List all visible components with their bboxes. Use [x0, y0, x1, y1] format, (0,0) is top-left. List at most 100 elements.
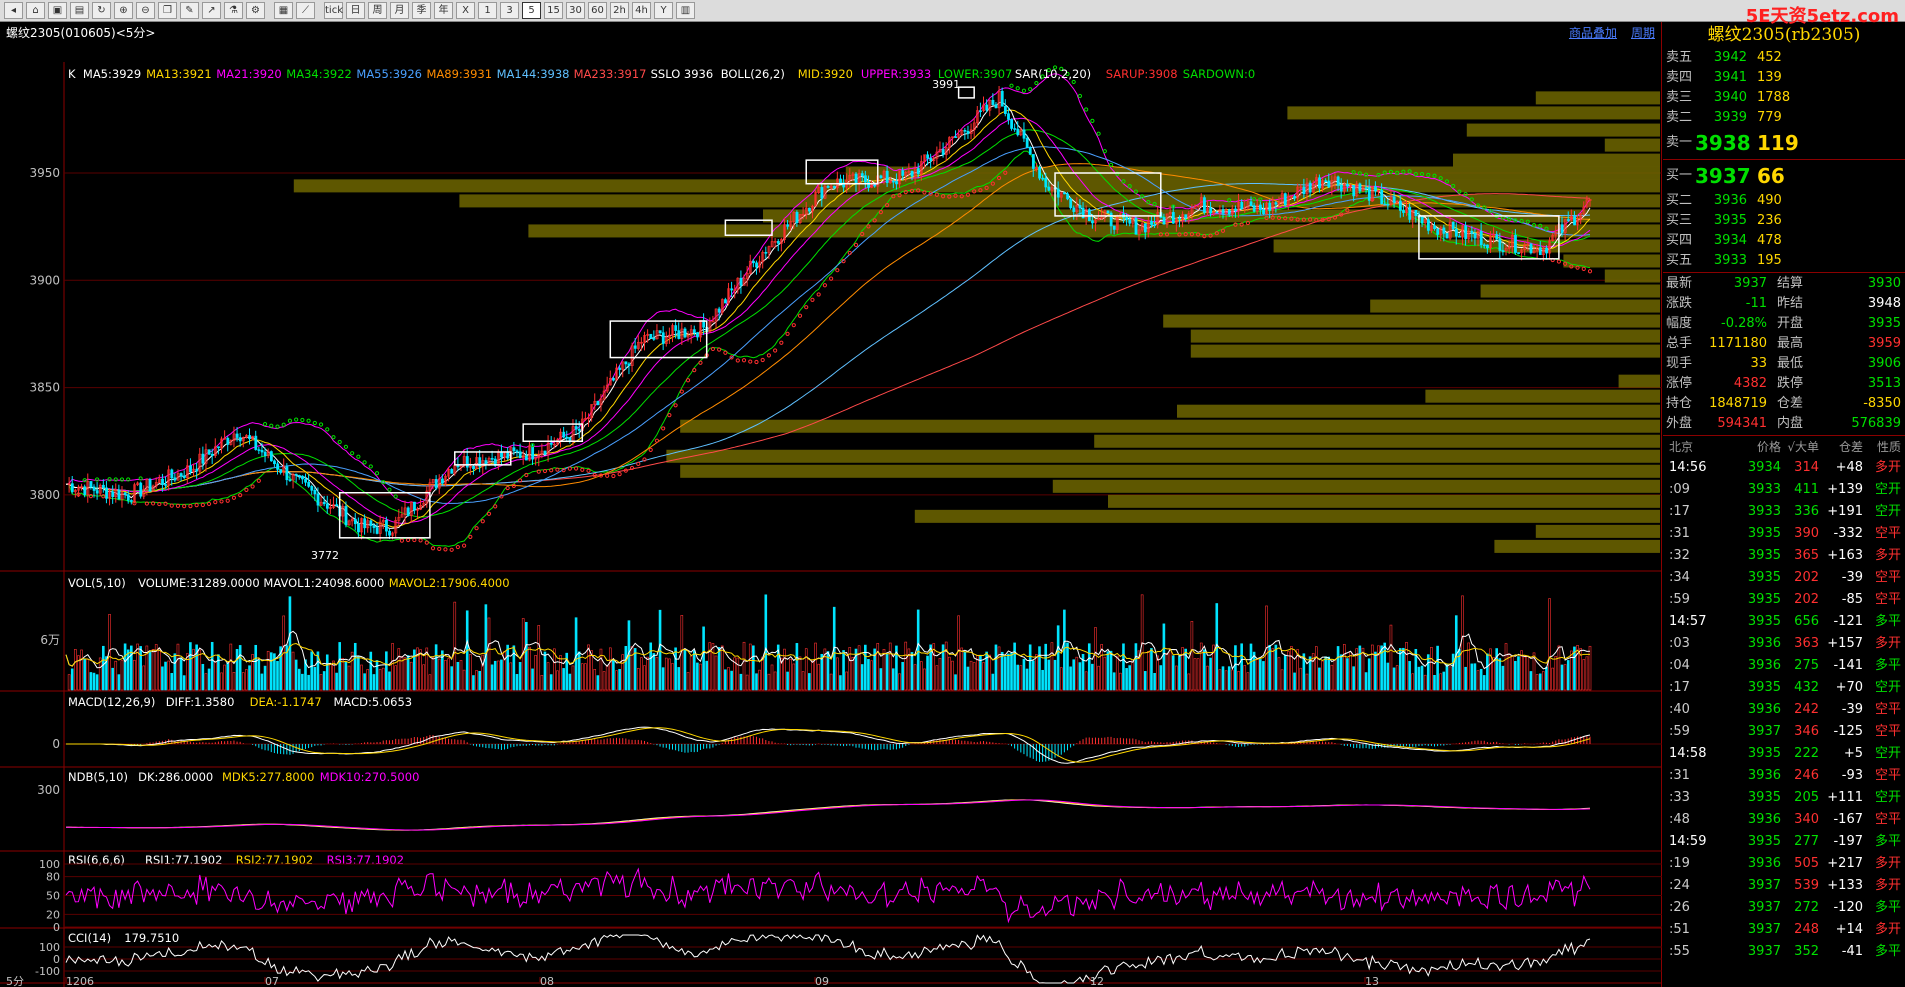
tick-row[interactable]: :51 3937 248 +14 多开: [1663, 919, 1905, 941]
tick-row[interactable]: :04 3936 275 -141 多平: [1663, 655, 1905, 677]
stat-value: 594341: [1717, 416, 1767, 431]
candle-body: [1566, 219, 1570, 221]
draw-icon[interactable]: ↗: [202, 2, 221, 19]
volume-bar: [910, 652, 914, 691]
candle-body: [916, 168, 920, 175]
volume-bar: [705, 660, 709, 691]
rsi-legend-item: RSI2:77.1902: [236, 853, 313, 867]
x-icon[interactable]: X: [456, 2, 475, 19]
ask-level-row[interactable]: 卖三 3940 1788: [1663, 88, 1905, 108]
calendar-icon[interactable]: ▥: [676, 2, 695, 19]
tick-row[interactable]: 14:58 3935 222 +5 空开: [1663, 743, 1905, 765]
ask-level-row[interactable]: 卖五 3942 452: [1663, 48, 1905, 68]
ask-level-price: 3940: [1713, 90, 1747, 105]
year-icon[interactable]: 年: [434, 2, 453, 19]
tick-row[interactable]: :17 3935 432 +70 空开: [1663, 677, 1905, 699]
candle-body: [562, 431, 566, 438]
ask-level-row[interactable]: 卖二 3939 779: [1663, 108, 1905, 128]
volume-bar: [182, 675, 186, 691]
y-icon[interactable]: Y: [654, 2, 673, 19]
volume-bar: [1392, 667, 1396, 691]
window-icon[interactable]: ❐: [158, 2, 177, 19]
5-icon[interactable]: 5: [522, 2, 541, 19]
volume-bar: [1389, 624, 1393, 691]
2h-icon[interactable]: 2h: [610, 2, 629, 19]
ask1-row[interactable]: 卖一 3938 119: [1663, 128, 1905, 158]
bid-level-row[interactable]: 买二 3936 490: [1663, 191, 1905, 211]
tick-row[interactable]: :34 3935 202 -39 空平: [1663, 567, 1905, 589]
tick-row[interactable]: 14:56 3934 314 +48 多开: [1663, 457, 1905, 479]
book-icon[interactable]: ▤: [70, 2, 89, 19]
tick-row[interactable]: :09 3933 411 +139 空开: [1663, 479, 1905, 501]
tick-row[interactable]: :32 3935 365 +163 多开: [1663, 545, 1905, 567]
tick-price: 3935: [1747, 834, 1781, 849]
tick-volume: 656: [1794, 614, 1819, 629]
stat-row: 总手 1171180 最高 3959: [1663, 334, 1905, 354]
diff-line: [66, 726, 1591, 764]
tick-row[interactable]: :26 3937 272 -120 多平: [1663, 897, 1905, 919]
tick-row[interactable]: :59 3937 346 -125 空平: [1663, 721, 1905, 743]
refresh-icon[interactable]: ↻: [92, 2, 111, 19]
15-icon[interactable]: 15: [544, 2, 563, 19]
rsi-tick-label: 80: [46, 871, 60, 884]
sar-dot: [555, 467, 560, 472]
3-icon[interactable]: 3: [500, 2, 519, 19]
tick-row[interactable]: :48 3936 340 -167 空平: [1663, 809, 1905, 831]
1-icon[interactable]: 1: [478, 2, 497, 19]
bid-level-row[interactable]: 买五 3933 195: [1663, 251, 1905, 271]
tick-row[interactable]: 14:59 3935 277 -197 多平: [1663, 831, 1905, 853]
tick-time: :32: [1669, 548, 1690, 563]
tick-row[interactable]: :24 3937 539 +133 多开: [1663, 875, 1905, 897]
bid-level-row[interactable]: 买四 3934 478: [1663, 231, 1905, 251]
tick-row[interactable]: :19 3936 505 +217 多开: [1663, 853, 1905, 875]
tick-row[interactable]: :33 3935 205 +111 空开: [1663, 787, 1905, 809]
60-icon[interactable]: 60: [588, 2, 607, 19]
box-icon[interactable]: ▣: [48, 2, 67, 19]
30-icon[interactable]: 30: [566, 2, 585, 19]
line-icon[interactable]: ⟋: [296, 2, 315, 19]
tick-time: :59: [1669, 592, 1690, 607]
sar-dot: [636, 461, 641, 467]
ma-legend-item: MA144:3938: [497, 67, 570, 81]
4h-icon[interactable]: 4h: [632, 2, 651, 19]
tick-row[interactable]: :31 3935 390 -332 空平: [1663, 523, 1905, 545]
kline-chart-area[interactable]: 3800 3850 3900 3950 3991 3772 K MA5:3929 MA13:39…: [0, 22, 1662, 987]
kline-chart[interactable]: 380038503900395039913772K MA5:3929 MA13:39…: [0, 22, 1662, 987]
tick-row[interactable]: :03 3936 363 +157 多开: [1663, 633, 1905, 655]
zoom-in-icon[interactable]: ⊕: [114, 2, 133, 19]
period-link[interactable]: 周期: [1631, 24, 1655, 41]
zoom-out-icon[interactable]: ⊖: [136, 2, 155, 19]
back-icon[interactable]: ◂: [4, 2, 23, 19]
week-icon[interactable]: 周: [368, 2, 387, 19]
volume-bar: [966, 666, 970, 691]
table-icon[interactable]: ▦: [274, 2, 293, 19]
bid-level-row[interactable]: 买三 3935 236: [1663, 211, 1905, 231]
pen-icon[interactable]: ✎: [180, 2, 199, 19]
month-icon[interactable]: 月: [390, 2, 409, 19]
tick-row[interactable]: :55 3937 352 -41 多平: [1663, 941, 1905, 963]
volume-bar: [378, 668, 382, 691]
home-icon[interactable]: ⌂: [26, 2, 45, 19]
tick-row[interactable]: 14:57 3935 656 -121 多平: [1663, 611, 1905, 633]
candle-body: [1227, 209, 1231, 215]
volume-bar: [1103, 656, 1107, 691]
volume-bar: [767, 673, 771, 691]
volume-bar: [1486, 653, 1489, 691]
settings-icon[interactable]: ⚙: [246, 2, 265, 19]
ndb-legend-item: MDK10:270.5000: [320, 770, 420, 784]
quarter-icon[interactable]: 季: [412, 2, 431, 19]
tick-row[interactable]: :31 3936 246 -93 空平: [1663, 765, 1905, 787]
filter-icon[interactable]: ⚗: [224, 2, 243, 19]
tick-list[interactable]: 14:56 3934 314 +48 多开:09 3933 411 +139 空开:17 3933…: [1663, 457, 1905, 963]
sar-dot: [294, 417, 299, 422]
tick-row[interactable]: :59 3935 202 -85 空平: [1663, 589, 1905, 611]
tick-icon[interactable]: tick: [324, 2, 343, 19]
day-icon[interactable]: 日: [346, 2, 365, 19]
ask-level-row[interactable]: 卖四 3941 139: [1663, 68, 1905, 88]
tick-row[interactable]: :40 3936 242 -39 空平: [1663, 699, 1905, 721]
bid-level-volume: 195: [1757, 253, 1782, 268]
overlay-link[interactable]: 商品叠加: [1569, 24, 1617, 41]
volume-bar: [179, 657, 183, 691]
bid1-row[interactable]: 买一 3937 66: [1663, 161, 1905, 191]
tick-row[interactable]: :17 3933 336 +191 空开: [1663, 501, 1905, 523]
